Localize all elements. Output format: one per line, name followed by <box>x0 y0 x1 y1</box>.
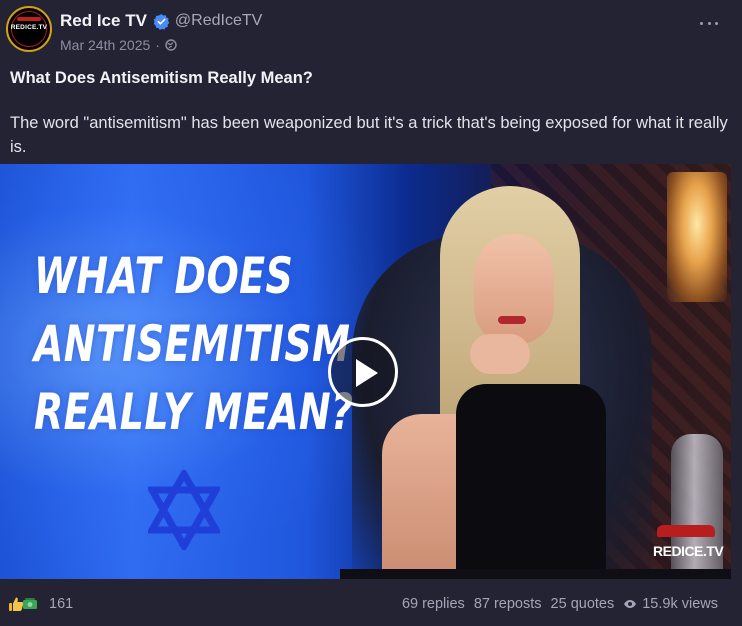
author-line: Red Ice TV @RedIceTV <box>60 10 262 32</box>
thumbnail-lamp <box>667 172 727 302</box>
thumbnail-headline-line: ANTISEMITISM <box>34 315 351 373</box>
money-icon <box>23 598 37 609</box>
thumbnail-desk <box>340 569 731 579</box>
thumbnail-presenter-dress <box>456 384 606 579</box>
star-of-david-icon <box>148 470 220 550</box>
post-footer: 161 69 replies 87 reposts 25 quotes 15.9… <box>0 590 742 620</box>
replies-count[interactable]: 69 replies <box>402 596 465 612</box>
channel-watermark: REDICE.TV <box>653 525 724 565</box>
meta-separator: · <box>155 37 160 53</box>
avatar-logo-text: REDICE.TV <box>10 24 48 31</box>
reaction-count: 161 <box>49 596 74 612</box>
watermark-logo-mark <box>657 525 715 537</box>
play-icon <box>356 359 378 387</box>
post-title: What Does Antisemitism Really Mean? <box>10 69 313 87</box>
video-thumbnail[interactable]: WHAT DOES ANTISEMITISM REALLY MEAN? REDI… <box>0 164 731 579</box>
avatar[interactable]: REDICE.TV <box>6 6 52 52</box>
thumbnail-presenter-lips <box>498 316 526 324</box>
author-handle[interactable]: @RedIceTV <box>175 12 262 30</box>
play-button[interactable] <box>328 337 398 407</box>
avatar-logo-mark <box>17 17 41 21</box>
quotes-count[interactable]: 25 quotes <box>551 596 615 612</box>
eye-icon <box>624 600 637 608</box>
post-card: REDICE.TV Red Ice TV @RedIceTV Mar 24th … <box>0 0 742 626</box>
verified-badge-icon <box>153 13 170 30</box>
reactions-summary[interactable]: 161 <box>8 596 73 612</box>
post-date[interactable]: Mar 24th 2025 <box>60 37 150 53</box>
post-body: The word "antisemitism" has been weaponi… <box>10 114 728 156</box>
thumbnail-headline-line: REALLY MEAN? <box>34 383 354 441</box>
more-options-icon[interactable] <box>700 16 718 30</box>
reposts-count[interactable]: 87 reposts <box>474 596 542 612</box>
post-header: REDICE.TV Red Ice TV @RedIceTV Mar 24th … <box>6 6 742 54</box>
thumbnail-headline: WHAT DOES ANTISEMITISM REALLY MEAN? <box>34 242 353 446</box>
post-meta: Mar 24th 2025 · <box>60 36 177 54</box>
author-display-name[interactable]: Red Ice TV <box>60 11 147 31</box>
thumbnail-presenter-hand <box>470 334 530 374</box>
views-count: 15.9k views <box>642 596 718 612</box>
watermark-text: REDICE.TV <box>653 543 724 559</box>
thumbnail-presenter-face <box>474 234 554 344</box>
globe-icon <box>165 39 177 51</box>
post-stats: 69 replies 87 reposts 25 quotes 15.9k vi… <box>402 596 718 612</box>
thumbnail-headline-line: WHAT DOES <box>34 247 294 305</box>
